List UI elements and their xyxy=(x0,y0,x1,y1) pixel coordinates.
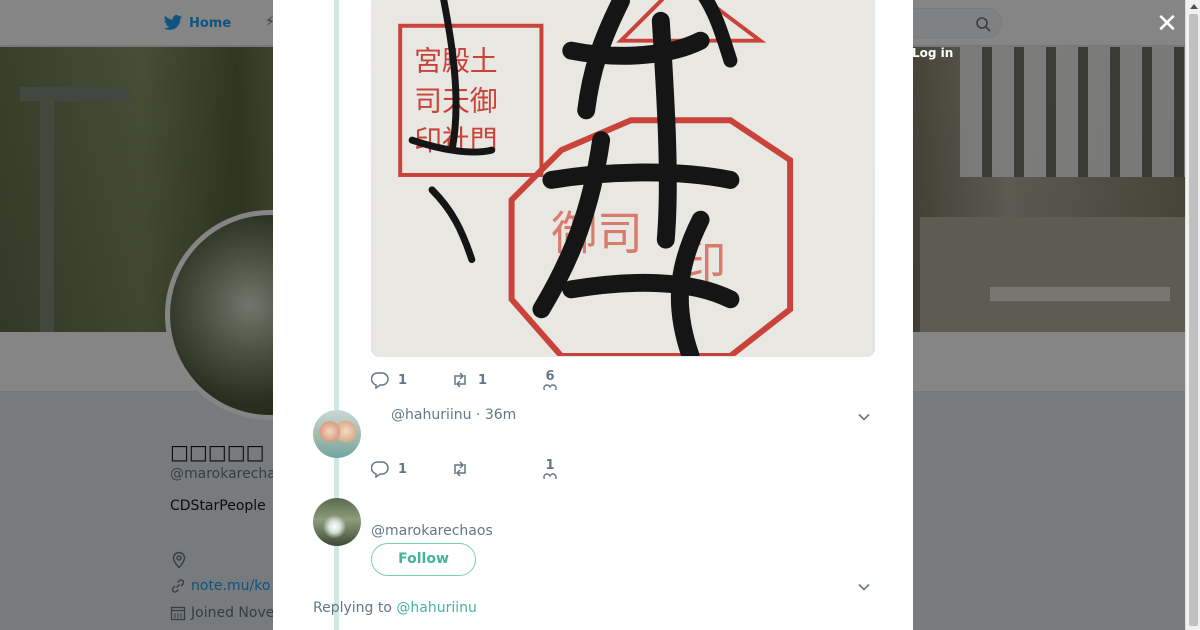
retweet-button[interactable] xyxy=(451,460,531,478)
reply-count: 1 xyxy=(398,461,408,477)
reply-button[interactable]: 1 xyxy=(371,460,451,478)
scroll-thumb[interactable] xyxy=(1189,14,1198,626)
retweet-button[interactable]: 1 xyxy=(451,371,531,389)
scroll-up-arrow[interactable] xyxy=(1190,4,1198,9)
tweet1-actions: 1 1 6 xyxy=(371,370,560,390)
replying-to-link[interactable]: @hahuriinu xyxy=(396,600,476,616)
main-author-avatar[interactable] xyxy=(313,498,361,546)
reply-author-avatar[interactable] xyxy=(313,410,361,458)
login-link[interactable]: Log in xyxy=(912,46,953,60)
follow-button[interactable]: Follow xyxy=(371,543,476,576)
main-author-handle[interactable]: @marokarechaos xyxy=(371,523,493,539)
chevron-down-icon[interactable] xyxy=(857,410,871,424)
tweet-modal: 宮殿土 司天御 印社門 御司 印 1 1 6 @hahuriinu · 36m … xyxy=(273,0,913,630)
like-button[interactable]: 6 xyxy=(540,370,560,390)
reply-meta[interactable]: @hahuriinu · 36m xyxy=(391,407,516,423)
reply-icon xyxy=(371,461,389,478)
chevron-down-icon[interactable] xyxy=(857,580,871,594)
reply-button[interactable]: 1 xyxy=(371,371,451,389)
replying-to: Replying to @hahuriinu xyxy=(313,600,477,616)
reply-count: 1 xyxy=(398,372,408,388)
like-button[interactable]: 1 xyxy=(540,459,560,479)
close-icon[interactable]: ✕ xyxy=(1153,10,1181,38)
goshuin-image: 宮殿土 司天御 印社門 御司 印 xyxy=(372,0,874,356)
tweet-photo[interactable]: 宮殿土 司天御 印社門 御司 印 xyxy=(371,0,875,357)
page-scrollbar[interactable] xyxy=(1185,0,1200,630)
replying-prefix: Replying to xyxy=(313,600,392,616)
retweet-count: 1 xyxy=(478,372,488,388)
like-count: 1 xyxy=(545,458,555,473)
retweet-icon xyxy=(454,372,466,388)
tweet2-actions: 1 1 xyxy=(371,459,560,479)
retweet-icon xyxy=(454,461,466,477)
heart-icon xyxy=(543,473,557,479)
reply-icon xyxy=(371,372,389,389)
like-count: 6 xyxy=(545,369,555,384)
heart-icon xyxy=(543,384,557,390)
